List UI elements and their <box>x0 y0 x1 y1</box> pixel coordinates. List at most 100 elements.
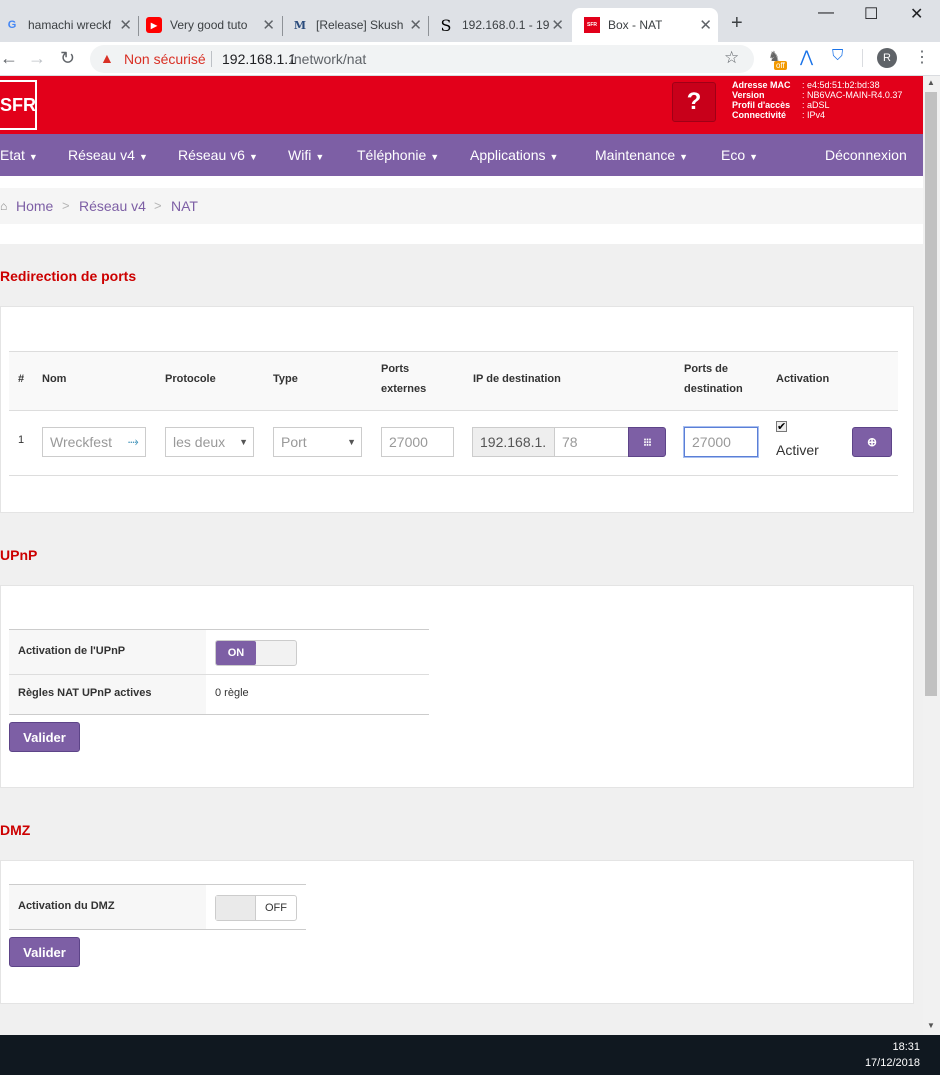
breadcrumb-reseau-v4[interactable]: Réseau v4 <box>79 198 146 214</box>
tab-label: [Release] Skush <box>316 18 404 32</box>
browser-tab-2[interactable]: ▶ Very good tuto ✕ <box>146 8 281 42</box>
info-key: Adresse MAC <box>732 80 791 90</box>
col-protocole: Protocole <box>165 373 216 385</box>
info-key: Connectivité <box>732 110 787 120</box>
ports-panel: # Nom Protocole Type Ports externes IP d… <box>0 306 914 513</box>
info-key: Profil d'accès <box>732 100 791 110</box>
nav-item-etat[interactable]: Etat ▼ <box>0 147 38 163</box>
col-nom: Nom <box>42 373 67 385</box>
dmz-submit-button[interactable]: Valider <box>9 937 80 967</box>
caret-down-icon: ▼ <box>749 152 759 162</box>
browser-tab-1[interactable]: G hamachi wreckf ✕ <box>0 8 138 42</box>
col-num: # <box>18 373 25 385</box>
tab-strip: G hamachi wreckf ✕ ▶ Very good tuto ✕ M … <box>0 0 940 42</box>
caret-down-icon: ▼ <box>549 152 559 162</box>
close-icon[interactable]: ✕ <box>699 16 712 34</box>
chevron-down-icon: ▼ <box>239 437 248 447</box>
type-select[interactable]: Port ▼ <box>273 427 362 457</box>
col-ip-destination: IP de destination <box>473 373 561 385</box>
breadcrumb-separator: > <box>154 198 162 213</box>
nav-item-reseau-v4[interactable]: Réseau v4 ▼ <box>68 147 148 163</box>
forward-icon[interactable]: → <box>28 48 46 69</box>
nav-item-applications[interactable]: Applications ▼ <box>470 147 558 163</box>
profile-avatar[interactable]: R <box>877 48 897 68</box>
close-window-icon[interactable]: ✕ <box>910 4 923 24</box>
external-port-input[interactable]: 27000 <box>381 427 454 457</box>
toggle-state: OFF <box>265 902 287 914</box>
scrollbar-thumb[interactable] <box>925 92 937 696</box>
nav-item-eco[interactable]: Eco ▼ <box>721 147 758 163</box>
upnp-table: Activation de l'UPnP ON Règles NAT UPnP … <box>9 629 429 715</box>
close-icon[interactable]: ✕ <box>551 16 564 34</box>
col-type: Type <box>273 373 298 385</box>
extension-badge: off <box>774 61 787 70</box>
info-value: : NB6VAC-MAIN-R4.0.37 <box>802 90 903 100</box>
caret-down-icon: ▼ <box>315 152 325 162</box>
nav-item-maintenance[interactable]: Maintenance ▼ <box>595 147 688 163</box>
col-ports-destination-2: destination <box>684 383 743 395</box>
browser-tab-active[interactable]: SFR Box - NAT ✕ <box>572 8 718 42</box>
main-nav: Etat ▼ Réseau v4 ▼ Réseau v6 ▼ Wifi ▼ Téléph… <box>0 134 923 176</box>
windows-taskbar: 18:31 17/12/2018 <box>0 1035 940 1075</box>
caret-down-icon: ▼ <box>248 152 258 162</box>
logout-link[interactable]: Déconnexion <box>825 147 907 163</box>
rule-name-input[interactable]: Wreckfest ⤑ <box>42 427 146 457</box>
url-path: /network/nat <box>290 51 367 67</box>
row-number: 1 <box>18 434 25 446</box>
tab-label: Very good tuto <box>170 18 248 32</box>
col-ports-externes-2: externes <box>381 383 427 395</box>
caret-down-icon: ▼ <box>28 152 38 162</box>
youtube-icon: ▶ <box>146 17 162 33</box>
upnp-toggle[interactable]: ON <box>215 640 297 666</box>
add-rule-button[interactable]: ⊕ <box>852 427 892 457</box>
vpn-icon[interactable]: ⋀ <box>800 47 813 67</box>
activation-checkbox[interactable]: ✔ <box>776 421 787 433</box>
browser-tab-4[interactable]: S 192.168.0.1 - 19 ✕ <box>438 8 570 42</box>
breadcrumb-separator: > <box>62 198 70 213</box>
breadcrumb: ⌂ Home > Réseau v4 > NAT <box>0 188 923 224</box>
ip-suffix-input[interactable]: 78 <box>554 427 629 457</box>
security-label[interactable]: Non sécurisé <box>124 51 206 67</box>
upnp-section-title: UPnP <box>0 547 38 563</box>
nav-item-telephonie[interactable]: Téléphonie ▼ <box>357 147 439 163</box>
scroll-up-icon[interactable]: ▲ <box>927 78 935 87</box>
address-bar[interactable]: ▲ Non sécurisé 192.168.1.1 /network/nat … <box>90 45 754 73</box>
device-picker-button[interactable]: ⁝⁝⁝ <box>628 427 666 457</box>
tab-label: hamachi wreckf <box>28 18 112 32</box>
bookmark-star-icon[interactable]: ☆ <box>724 48 739 68</box>
toggle-state: ON <box>216 641 256 665</box>
nav-item-wifi[interactable]: Wifi ▼ <box>288 147 324 163</box>
dmz-toggle[interactable]: OFF <box>215 895 297 921</box>
close-icon[interactable]: ✕ <box>409 16 422 34</box>
menu-dots-icon[interactable]: ⋮ <box>914 47 930 67</box>
clock-date: 17/12/2018 <box>864 1057 920 1069</box>
box-info: Adresse MAC : e4:5d:51:b2:bd:38 Version : … <box>732 80 902 120</box>
warning-icon: ▲ <box>100 50 114 66</box>
autofill-icon[interactable]: ⤑ <box>128 433 139 450</box>
destination-port-input[interactable]: 27000 <box>684 427 758 457</box>
new-tab-button[interactable]: + <box>731 12 743 35</box>
help-button[interactable]: ? <box>672 82 716 122</box>
close-icon[interactable]: ✕ <box>119 16 132 34</box>
grid-icon: ⁝⁝⁝ <box>643 436 651 449</box>
home-icon[interactable]: ⌂ <box>0 199 7 213</box>
nav-item-reseau-v6[interactable]: Réseau v6 ▼ <box>178 147 258 163</box>
scroll-down-icon[interactable]: ▼ <box>927 1021 935 1030</box>
protocol-select[interactable]: les deux ▼ <box>165 427 254 457</box>
upnp-submit-button[interactable]: Valider <box>9 722 80 752</box>
col-activation: Activation <box>776 373 830 385</box>
breadcrumb-home[interactable]: Home <box>16 198 53 214</box>
info-key: Version <box>732 90 765 100</box>
close-icon[interactable]: ✕ <box>262 16 275 34</box>
protocol-value: les deux <box>173 434 226 450</box>
minimize-icon[interactable]: — <box>818 4 834 22</box>
maximize-icon[interactable]: ☐ <box>864 4 878 24</box>
info-value: : e4:5d:51:b2:bd:38 <box>802 80 880 90</box>
tab-label: 192.168.0.1 - 19 <box>462 18 550 32</box>
back-icon[interactable]: ← <box>0 48 18 69</box>
reload-icon[interactable]: ↻ <box>60 48 75 69</box>
sfr-icon: SFR <box>584 17 600 33</box>
s-icon: S <box>440 15 452 35</box>
shield-icon[interactable]: ⛉ <box>832 47 843 64</box>
browser-tab-3[interactable]: M [Release] Skush ✕ <box>292 8 428 42</box>
